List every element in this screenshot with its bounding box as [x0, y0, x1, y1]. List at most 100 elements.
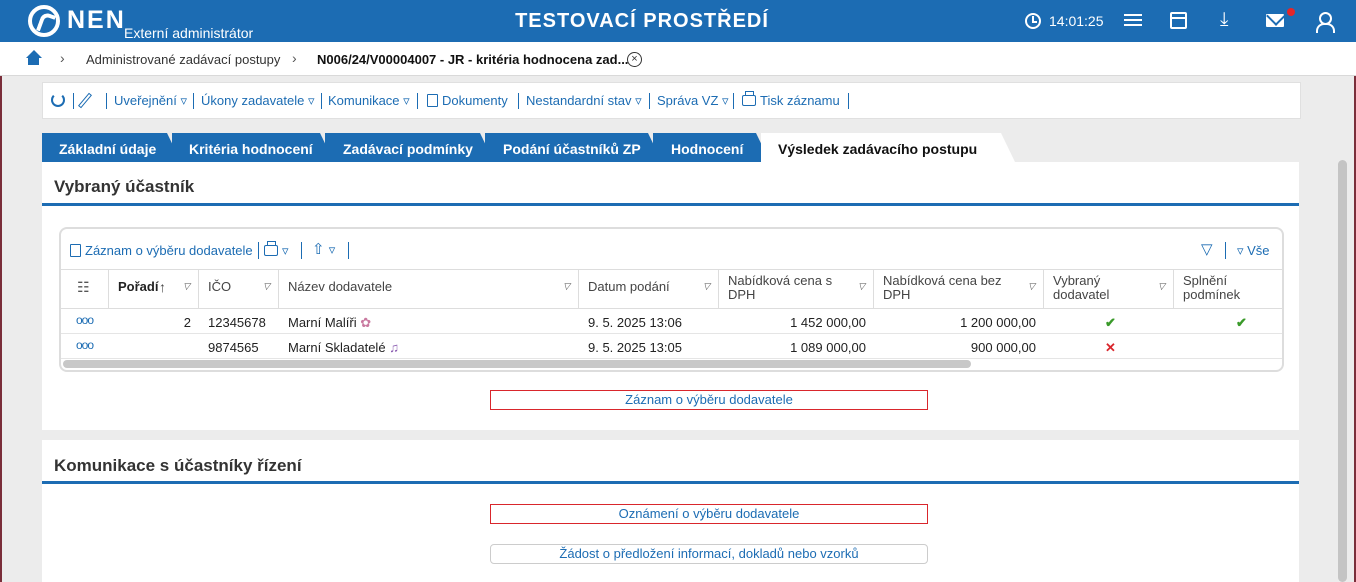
toolbar-divider	[321, 93, 322, 109]
check-icon: ✔	[1105, 315, 1116, 330]
pencil-icon[interactable]	[78, 92, 92, 109]
management-menu[interactable]: Správa VZ ▿	[657, 93, 729, 109]
section-divider	[42, 203, 1299, 206]
cell-date: 9. 5. 2025 13:06	[588, 315, 682, 330]
check-icon: ✔	[1236, 315, 1247, 330]
participants-grid: Záznam o výběru dodavatele ▿ ⇧ ▿ ▽ ▿ Vše…	[59, 227, 1284, 372]
column-selected[interactable]: Vybraný dodavatel ▽	[1044, 270, 1174, 309]
toolbar-divider	[1225, 242, 1226, 259]
column-price-novat[interactable]: Nabídková cena bez DPH ▽	[874, 270, 1044, 309]
documents-button[interactable]: Dokumenty	[427, 93, 508, 108]
calendar-icon[interactable]	[1170, 12, 1187, 29]
filter-icon[interactable]: ▽	[1201, 240, 1213, 258]
communication-menu[interactable]: Komunikace ▿	[328, 93, 410, 109]
filter-arrow-icon[interactable]: ▽	[858, 281, 865, 292]
column-date[interactable]: Datum podání ▽	[579, 270, 719, 309]
export-icon: ⇧	[312, 241, 325, 258]
table-row[interactable]: ooo 2 12345678 Marní Malíři ✿ 9. 5. 2025…	[61, 309, 1282, 334]
grid-header: ☷ Pořadí ↑ ▽ IČO ▽ Název dodavatele ▽ Datum …	[61, 269, 1282, 309]
publish-menu[interactable]: Uveřejnění ▿	[114, 93, 187, 109]
palette-icon: ✿	[360, 315, 372, 330]
frame-border	[0, 76, 2, 582]
menu-icon[interactable]	[1123, 11, 1143, 31]
close-icon[interactable]: ×	[627, 52, 642, 67]
clock-icon	[1025, 13, 1041, 29]
column-price-vat[interactable]: Nabídková cena s DPH ▽	[719, 270, 874, 309]
printer-icon	[264, 241, 278, 256]
cell-name: Marní Malíři ✿	[288, 315, 371, 331]
section-title: Komunikace s účastníky řízení	[54, 456, 302, 475]
column-settings-icon[interactable]: ☷	[61, 270, 109, 309]
mail-icon[interactable]	[1266, 14, 1284, 27]
cell-price-vat: 1 452 000,00	[790, 315, 866, 330]
tab-basic-info[interactable]: Základní údaje	[42, 133, 181, 162]
column-conditions[interactable]: Splnění podmínek	[1174, 270, 1282, 309]
document-icon	[427, 94, 438, 107]
filter-arrow-icon[interactable]: ▽	[183, 281, 190, 292]
column-name-label: Název dodavatele	[288, 279, 393, 294]
nonstandard-menu[interactable]: Nestandardní stav ▿	[526, 93, 642, 109]
cell-name-text: Marní Malíři	[288, 315, 357, 330]
breadcrumb-item-current: N006/24/V00004007 - JR - kritéria hodnoc…	[317, 52, 629, 67]
column-name[interactable]: Název dodavatele ▽	[279, 270, 579, 309]
session-time: 14:01:25	[1049, 13, 1104, 29]
actions-label: Úkony zadavatele	[201, 93, 305, 108]
column-conditions-label: Splnění podmínek	[1183, 273, 1241, 302]
column-date-label: Datum podání	[588, 279, 670, 294]
tab-evaluation-criteria[interactable]: Kritéria hodnocení	[172, 133, 334, 162]
filter-arrow-icon[interactable]: ▽	[1028, 281, 1035, 292]
top-bar: NEN Externí administrátor TESTOVACÍ PROS…	[0, 0, 1356, 42]
print-menu[interactable]: ▿	[264, 241, 289, 259]
tab-conditions[interactable]: Zadávací podmínky	[325, 133, 494, 162]
action-toolbar: Uveřejnění ▿ Úkony zadavatele ▿ Komunika…	[42, 82, 1301, 119]
view-select[interactable]: ▿ Vše	[1237, 243, 1270, 259]
tab-result[interactable]: Výsledek zadávacího postupu	[761, 133, 1015, 162]
nonstandard-label: Nestandardní stav	[526, 93, 632, 108]
print-record-button[interactable]: Tisk záznamu	[742, 91, 840, 108]
record-selection-button[interactable]: Záznam o výběru dodavatele	[490, 390, 928, 410]
download-icon[interactable]	[1218, 9, 1238, 31]
vertical-scrollbar[interactable]	[1338, 160, 1347, 582]
section-divider	[42, 481, 1299, 484]
document-icon	[70, 244, 81, 257]
column-price-vat-label: Nabídková cena s DPH	[728, 273, 833, 302]
column-order[interactable]: Pořadí ↑ ▽	[109, 270, 199, 309]
refresh-icon[interactable]	[51, 93, 65, 107]
toolbar-divider	[73, 93, 74, 109]
filter-arrow-icon[interactable]: ▽	[703, 281, 710, 292]
documents-label: Dokumenty	[442, 93, 508, 108]
breadcrumb-item-procedures[interactable]: Administrované zadávací postupy	[86, 52, 280, 67]
publish-label: Uveřejnění	[114, 93, 177, 108]
filter-arrow-icon[interactable]: ▽	[263, 281, 270, 292]
column-ico[interactable]: IČO ▽	[199, 270, 279, 309]
cell-date: 9. 5. 2025 13:05	[588, 340, 682, 355]
cell-ico: 9874565	[208, 340, 259, 355]
user-icon[interactable]	[1314, 11, 1335, 33]
toolbar-divider	[417, 93, 418, 109]
table-row[interactable]: ooo 9874565 Marní Skladatelé ♫ 9. 5. 202…	[61, 334, 1282, 359]
toolbar-divider	[733, 93, 734, 109]
selection-notice-button[interactable]: Oznámení o výběru dodavatele	[490, 504, 928, 524]
tab-evaluation[interactable]: Hodnocení	[653, 133, 770, 162]
tab-submissions[interactable]: Podání účastníků ZP	[485, 133, 662, 162]
toolbar-divider	[848, 93, 849, 109]
cell-price-novat: 900 000,00	[970, 340, 1036, 355]
actions-menu[interactable]: Úkony zadavatele ▿	[201, 93, 314, 109]
toolbar-divider	[348, 242, 349, 259]
export-menu[interactable]: ⇧ ▿	[312, 240, 335, 258]
row-menu-icon[interactable]: ooo	[76, 338, 94, 352]
cell-price-novat: 1 200 000,00	[960, 315, 1036, 330]
horizontal-scrollbar[interactable]	[63, 360, 971, 368]
record-report-button[interactable]: Záznam o výběru dodavatele	[70, 243, 253, 258]
toolbar-divider	[649, 93, 650, 109]
row-menu-icon[interactable]: ooo	[76, 313, 94, 327]
management-label: Správa VZ	[657, 93, 719, 108]
filter-arrow-icon[interactable]: ▽	[563, 281, 570, 292]
request-documents-button[interactable]: Žádost o předložení informací, dokladů n…	[490, 544, 928, 564]
record-report-label: Záznam o výběru dodavatele	[85, 243, 253, 258]
cell-price-vat: 1 089 000,00	[790, 340, 866, 355]
chevron-right-icon: ›	[60, 50, 65, 66]
home-icon[interactable]	[25, 50, 42, 66]
filter-arrow-icon[interactable]: ▽	[1158, 281, 1165, 292]
print-label: Tisk záznamu	[760, 93, 840, 108]
